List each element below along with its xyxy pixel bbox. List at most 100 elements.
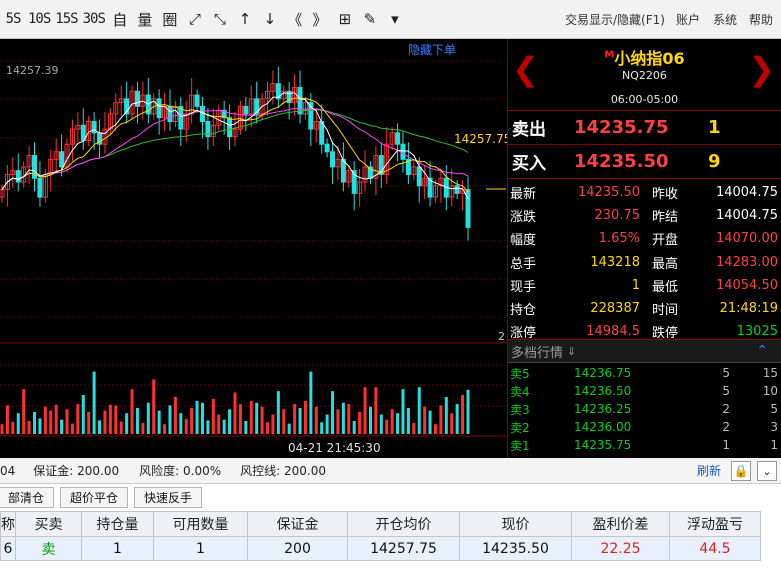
depth-row[interactable]: 卖5 14236.75 5 15 bbox=[508, 364, 781, 382]
super-price-close-button[interactable]: 超价平仓 bbox=[60, 487, 129, 508]
expand-down-icon[interactable]: ⇓ bbox=[567, 345, 576, 358]
depth-row[interactable]: 卖1 14235.75 1 1 bbox=[508, 436, 781, 454]
close-all-button[interactable]: 部清仓 bbox=[0, 487, 55, 508]
volume-bar bbox=[271, 414, 275, 434]
depth-label: 卖3 bbox=[510, 402, 530, 417]
volume-bar bbox=[374, 387, 378, 434]
volume-bar bbox=[244, 421, 248, 434]
pen-icon[interactable]: ✎ bbox=[358, 7, 382, 31]
volume-bar bbox=[179, 413, 183, 434]
volume-bar bbox=[16, 413, 20, 434]
interval-30s-button[interactable]: 30S bbox=[81, 7, 107, 31]
positions-table: 称买卖 持仓量 可用数量 保证金 开仓均价 现价 盈利价差 浮动盈亏 6 卖 1 1 200 14257… bbox=[0, 511, 761, 561]
volume-bar bbox=[135, 408, 139, 434]
quick-reverse-button[interactable]: 快速反手 bbox=[134, 487, 203, 508]
contract-code: NQ2206 bbox=[622, 69, 667, 82]
column-header[interactable]: 现价 bbox=[459, 511, 572, 537]
interval-10s-button[interactable]: 10S bbox=[26, 7, 52, 31]
depth-price: 14236.75 bbox=[574, 366, 632, 380]
system-menu[interactable]: 系统 bbox=[713, 0, 737, 39]
dropdown-icon[interactable]: ▾ bbox=[383, 7, 407, 31]
layout-grid-icon[interactable]: ⊞ bbox=[333, 7, 357, 31]
margin-text: 保证金: 200.00 bbox=[33, 464, 120, 478]
double-right-icon[interactable]: 》 bbox=[308, 7, 332, 31]
volume-bar bbox=[70, 423, 74, 434]
collapse-up-icon[interactable]: ⌃ bbox=[756, 343, 768, 359]
volume-bar bbox=[417, 387, 421, 434]
stat-value: 1 bbox=[631, 277, 640, 293]
arrow-up-icon[interactable]: ↑ bbox=[233, 7, 257, 31]
stat-value: 13025 bbox=[736, 324, 778, 340]
chevron-down-icon[interactable]: ⌄ bbox=[757, 461, 777, 481]
lock-icon[interactable]: 🔒 bbox=[731, 461, 751, 481]
trade-toggle-button[interactable]: 交易显示/隐藏(F1) bbox=[565, 0, 665, 39]
column-header[interactable]: 买卖 bbox=[15, 511, 82, 537]
volume-bar bbox=[152, 379, 156, 434]
custom-button[interactable]: 自 bbox=[108, 7, 132, 31]
volume-bar bbox=[54, 404, 58, 434]
depth-volume: 1 bbox=[722, 438, 730, 452]
volume-bar bbox=[200, 402, 204, 434]
account-menu[interactable]: 账户 bbox=[676, 0, 700, 39]
volume-bar bbox=[228, 409, 232, 434]
depth-label: 卖5 bbox=[510, 366, 530, 381]
depth-row[interactable]: 卖4 14236.50 5 10 bbox=[508, 382, 781, 400]
volume-button[interactable]: 量 bbox=[133, 7, 157, 31]
trade-panel: 04 保证金: 200.00 风险度: 0.00% 风控线: 200.00 刷新… bbox=[0, 458, 781, 580]
table-row[interactable]: 6 卖 1 1 200 14257.75 14235.50 22.25 44.5 bbox=[0, 536, 761, 561]
table-cell: 14257.75 bbox=[347, 536, 460, 561]
stat-label: 现手 bbox=[510, 279, 537, 295]
depth-header[interactable]: 多档行情 ⇓ ⌃ bbox=[508, 339, 781, 363]
chart-canvas[interactable]: 14257.39 隐藏下单 14257.75 2 04-21 21:45:30 bbox=[0, 39, 507, 458]
column-header[interactable]: 保证金 bbox=[247, 511, 348, 537]
volume-bar bbox=[173, 396, 177, 434]
hide-order-link[interactable]: 隐藏下单 bbox=[408, 43, 456, 57]
column-header[interactable]: 可用数量 bbox=[153, 511, 248, 537]
column-header[interactable]: 浮动盈亏 bbox=[669, 511, 761, 537]
stat-row: 最新 14235.50 昨收 14004.75 bbox=[508, 181, 781, 204]
depth-label: 卖4 bbox=[510, 384, 530, 399]
stat-value: 14004.75 bbox=[715, 185, 778, 201]
volume-bar bbox=[320, 422, 324, 434]
column-header[interactable]: 持仓量 bbox=[81, 511, 154, 537]
volume-bar bbox=[211, 398, 215, 434]
double-left-icon[interactable]: 《 bbox=[283, 7, 307, 31]
volume-bar bbox=[206, 420, 210, 434]
sell-row[interactable]: 卖出 14235.75 1 bbox=[508, 111, 781, 145]
expand-icon[interactable]: ⤢ bbox=[183, 7, 207, 31]
volume-bar bbox=[217, 414, 221, 434]
volume-bar bbox=[358, 411, 362, 434]
column-header[interactable]: 开仓均价 bbox=[347, 511, 460, 537]
collapse-icon[interactable]: ⤡ bbox=[208, 7, 232, 31]
quote-header: ❮ ❯ M小纳指06 NQ2206 06:00-05:00 bbox=[508, 39, 781, 111]
column-header[interactable]: 盈利价差 bbox=[571, 511, 670, 537]
volume-bar bbox=[401, 389, 405, 434]
column-header[interactable]: 称 bbox=[0, 511, 16, 537]
depth-label: 卖1 bbox=[510, 438, 530, 453]
volume-bar bbox=[163, 424, 167, 434]
toolbar: 5S 10S 15S 30S 自量圈 ⤢ ⤡ ↑ ↓ 《》 ⊞ ✎ ▾ 交易显示/隐藏(F1) 账户 系… bbox=[0, 0, 781, 39]
table-cell: 44.5 bbox=[669, 536, 761, 561]
arrow-down-icon[interactable]: ↓ bbox=[258, 7, 282, 31]
interval-5s-button[interactable]: 5S bbox=[1, 7, 25, 31]
volume-bar bbox=[396, 413, 400, 434]
depth-label: 卖2 bbox=[510, 420, 530, 435]
volume-bar bbox=[276, 391, 280, 434]
volume-bar bbox=[298, 408, 302, 434]
help-menu[interactable]: 帮助 bbox=[749, 0, 773, 39]
chart-area[interactable]: 14257.39 隐藏下单 14257.75 2 04-21 21:45:30 bbox=[0, 39, 507, 458]
grid-button[interactable]: 圈 bbox=[158, 7, 182, 31]
depth-row[interactable]: 卖3 14236.25 2 5 bbox=[508, 400, 781, 418]
volume-bar bbox=[287, 423, 291, 434]
sell-volume: 1 bbox=[708, 117, 721, 138]
volume-bar bbox=[103, 410, 107, 434]
refresh-link[interactable]: 刷新 bbox=[697, 462, 721, 479]
stat-label: 最新 bbox=[510, 187, 537, 203]
volume-bar bbox=[190, 408, 194, 434]
buy-row[interactable]: 买入 14235.50 9 bbox=[508, 145, 781, 179]
interval-15s-button[interactable]: 15S bbox=[53, 7, 79, 31]
stat-label: 时间 bbox=[652, 303, 679, 319]
depth-row[interactable]: 卖2 14236.00 2 3 bbox=[508, 418, 781, 436]
stat-label: 持仓 bbox=[510, 303, 537, 319]
volume-bar bbox=[461, 395, 465, 434]
